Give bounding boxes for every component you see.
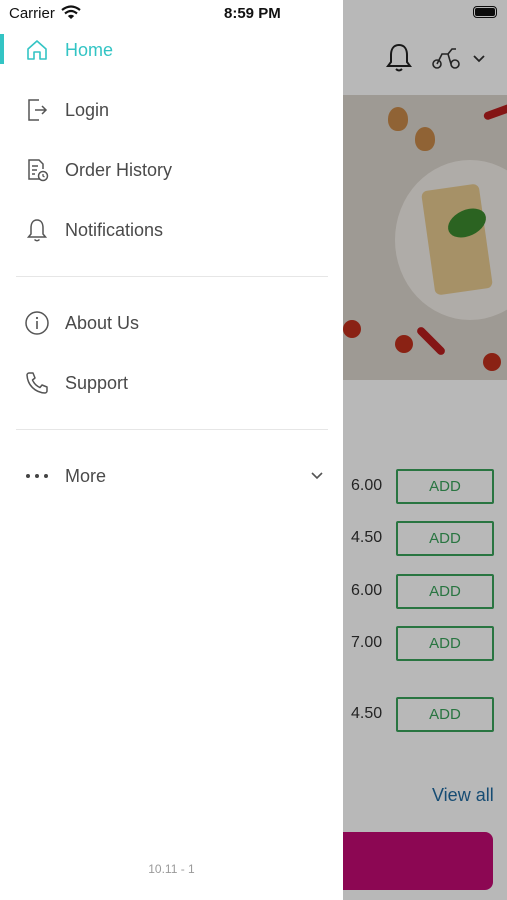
drawer-item-label: Support bbox=[65, 372, 129, 393]
more-dots-icon bbox=[24, 463, 50, 489]
drawer-item-home[interactable]: Home bbox=[0, 28, 343, 72]
drawer-item-about-us[interactable]: About Us bbox=[0, 301, 343, 345]
phone-icon bbox=[24, 370, 50, 396]
login-icon bbox=[24, 97, 50, 123]
carrier-label: Carrier bbox=[9, 5, 55, 22]
chevron-down-icon[interactable] bbox=[310, 471, 324, 481]
drawer-item-support[interactable]: Support bbox=[0, 361, 343, 405]
drawer-item-label: Order History bbox=[65, 159, 173, 180]
info-icon bbox=[24, 310, 50, 336]
drawer-item-label: Login bbox=[65, 99, 110, 120]
bell-icon bbox=[24, 217, 50, 243]
drawer-item-order-history[interactable]: Order History bbox=[0, 148, 343, 192]
drawer-item-label: Home bbox=[65, 39, 114, 60]
drawer-item-label: About Us bbox=[65, 312, 140, 333]
drawer-item-notifications[interactable]: Notifications bbox=[0, 208, 343, 252]
home-icon bbox=[24, 37, 50, 63]
clock-label: 8:59 PM bbox=[224, 5, 281, 22]
status-bar: Carrier 8:59 PM bbox=[0, 0, 343, 28]
app-version-label: 10.11 - 1 bbox=[148, 862, 195, 876]
wifi-icon bbox=[61, 5, 81, 19]
order-history-icon bbox=[24, 157, 50, 183]
drawer-scrim[interactable] bbox=[343, 0, 507, 900]
menu-divider bbox=[16, 276, 328, 277]
drawer-item-label: More bbox=[65, 465, 107, 486]
drawer-item-label: Notifications bbox=[65, 219, 164, 240]
navigation-drawer: Carrier 8:59 PM Home Login Order History… bbox=[0, 0, 343, 900]
drawer-item-login[interactable]: Login bbox=[0, 88, 343, 132]
drawer-item-more[interactable]: More bbox=[0, 454, 343, 498]
menu-divider bbox=[16, 429, 328, 430]
